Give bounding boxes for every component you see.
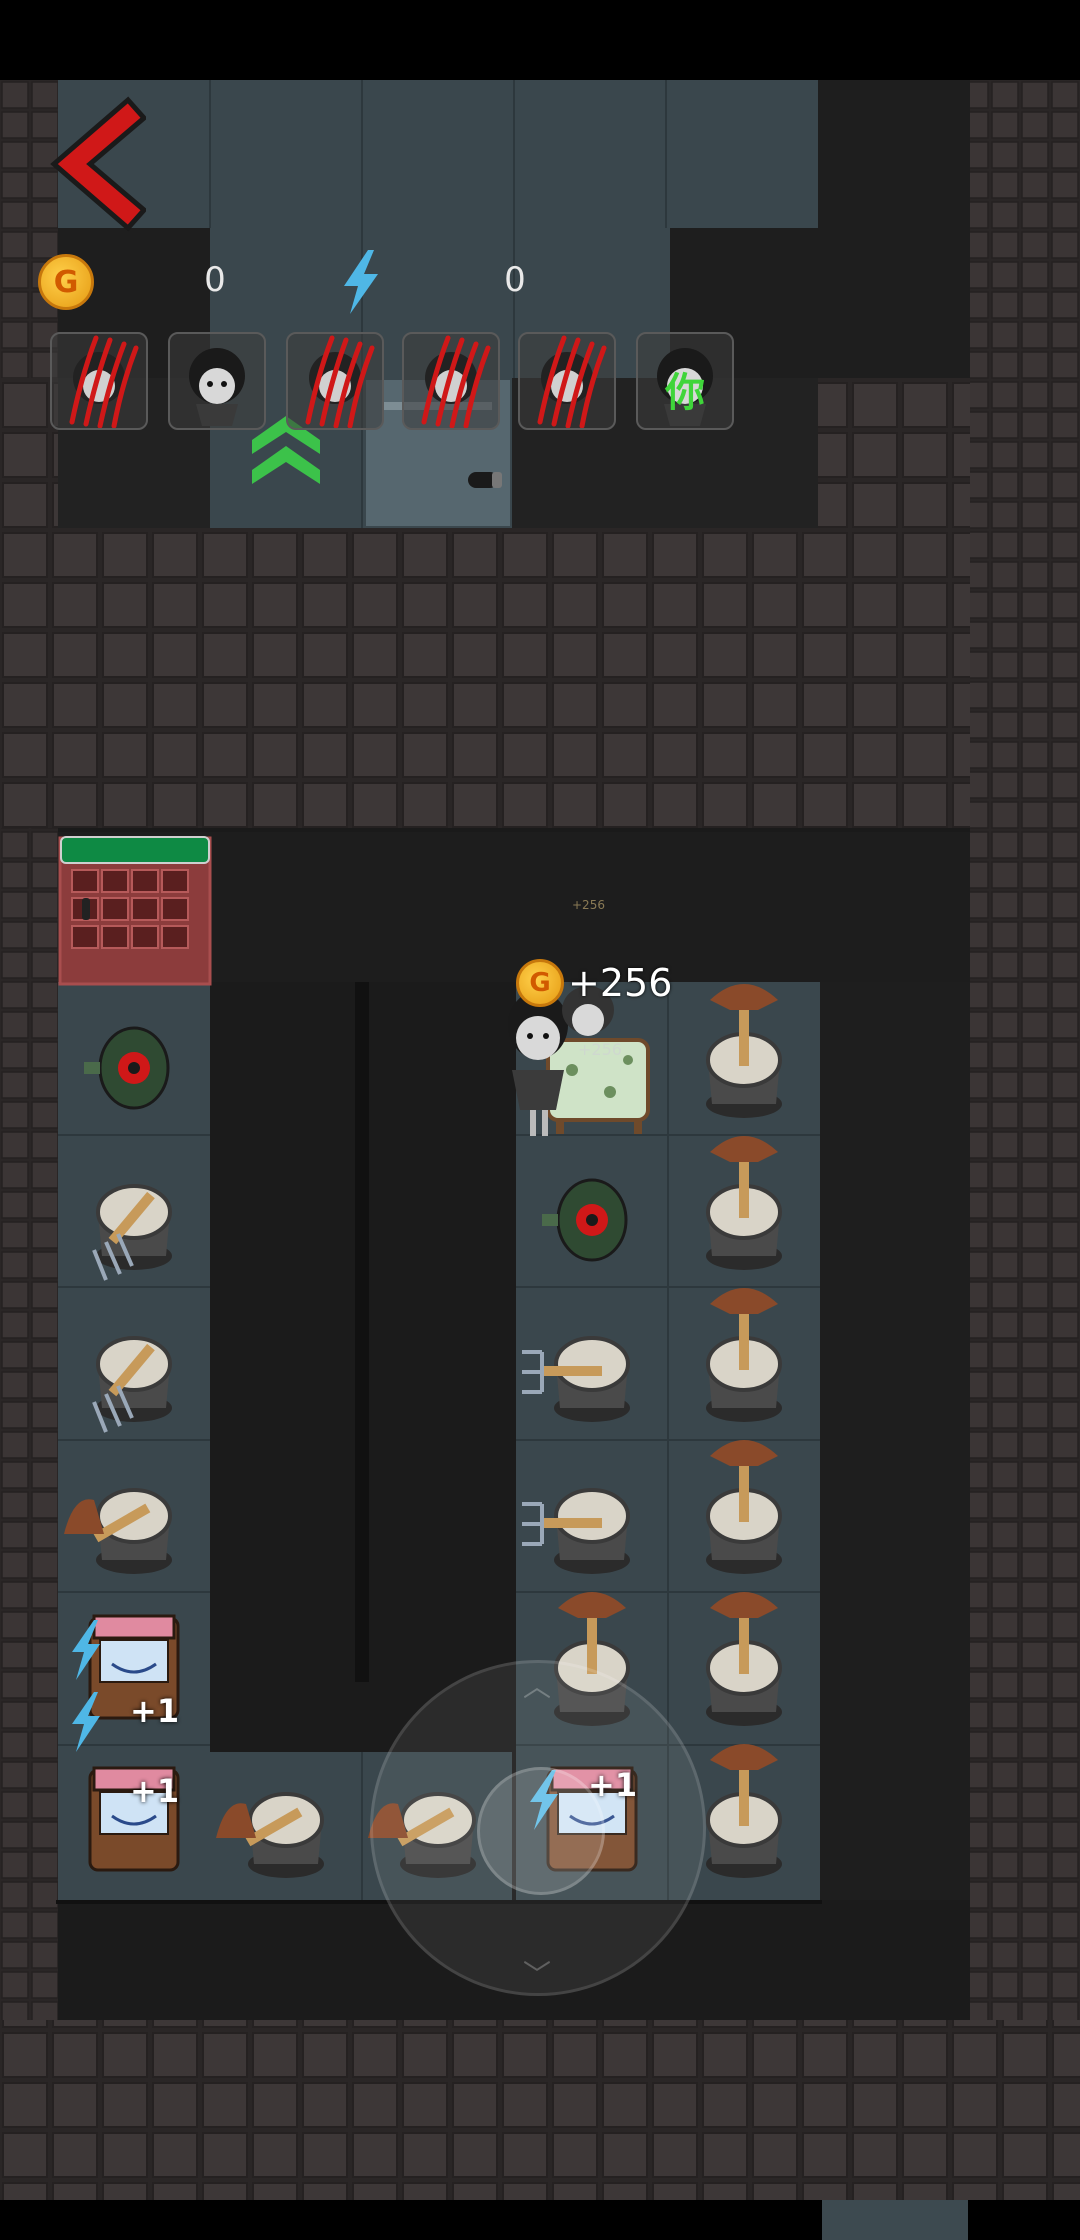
energy-bonus-label: +1	[130, 1692, 180, 1730]
pitchfork-bucket-turret-icon	[520, 1336, 632, 1424]
broom-bucket-turret-icon	[704, 1136, 784, 1272]
status-bar	[0, 0, 1080, 80]
pitchfork-bucket-turret-icon	[92, 1184, 174, 1282]
broom-bucket-turret-icon	[704, 984, 784, 1120]
green-generator-icon	[540, 1178, 628, 1262]
green-generator-icon	[82, 1026, 170, 1110]
chevron-up-icon: ︿	[523, 1670, 552, 1703]
energy-bonus-label: +1	[130, 1772, 180, 1810]
broom-bucket-turret-icon	[704, 1288, 784, 1424]
broom-bucket-turret-icon	[704, 1440, 784, 1576]
pitchfork-bucket-turret-icon	[92, 1336, 174, 1434]
broom-bucket-turret-icon	[704, 1744, 784, 1880]
broom-bucket-turret-icon	[704, 1592, 784, 1728]
broom-bucket-turret-icon	[216, 1792, 326, 1880]
pitchfork-bucket-turret-icon	[520, 1488, 632, 1576]
joystick-knob[interactable]	[477, 1767, 605, 1895]
nav-bar	[0, 2200, 1080, 2240]
chevron-down-icon: ﹀	[523, 1958, 552, 1991]
virtual-joystick[interactable]: ︿ ﹀	[370, 1660, 706, 1996]
broom-bucket-turret-icon	[64, 1488, 174, 1576]
